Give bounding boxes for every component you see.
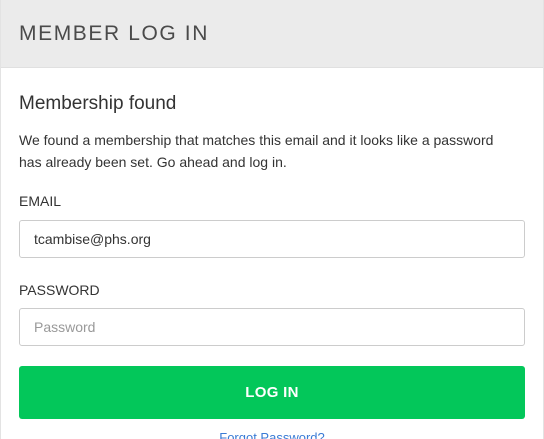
email-field[interactable]	[19, 220, 525, 258]
password-field[interactable]	[19, 308, 525, 346]
login-button[interactable]: LOG IN	[19, 366, 525, 419]
page-title: MEMBER LOG IN	[19, 22, 209, 45]
card-header: MEMBER LOG IN	[1, 0, 543, 68]
login-card: MEMBER LOG IN Membership found We found …	[0, 0, 544, 439]
password-label: PASSWORD	[19, 282, 100, 298]
email-label: EMAIL	[19, 193, 62, 209]
status-title: Membership found	[19, 93, 177, 114]
forgot-password-link[interactable]: Forgot Password?	[1, 430, 543, 439]
status-message: We found a membership that matches this …	[19, 132, 494, 170]
